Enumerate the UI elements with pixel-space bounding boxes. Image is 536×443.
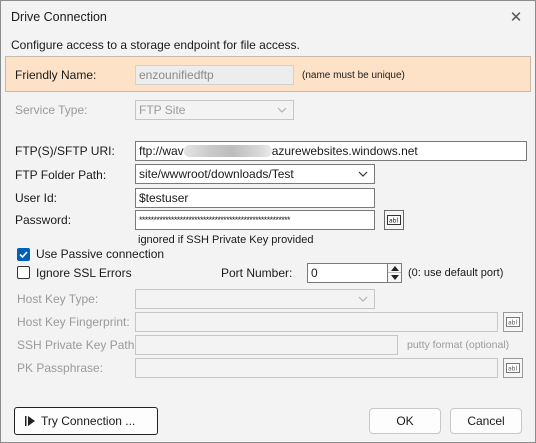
ssh-private-key-path-input xyxy=(135,335,398,355)
ftp-folder-path-select[interactable]: site/wwwroot/downloads/Test xyxy=(135,164,375,184)
password-input[interactable]: ****************************************… xyxy=(135,210,375,230)
friendly-name-value: enzounifiedftp xyxy=(139,68,214,82)
host-key-type-select xyxy=(135,289,375,309)
ftp-uri-input[interactable]: ftp://wav azurewebsites.windows.net xyxy=(135,141,527,161)
service-type-value: FTP Site xyxy=(139,103,186,117)
title-bar: Drive Connection ✕ xyxy=(1,1,535,33)
chevron-down-icon xyxy=(358,171,368,177)
service-type-select: FTP Site xyxy=(135,100,294,120)
svg-text:abl: abl xyxy=(508,366,517,373)
close-button[interactable]: ✕ xyxy=(503,4,529,30)
pk-passphrase-button: abl xyxy=(503,358,523,378)
drive-connection-dialog: Drive Connection ✕ Configure access to a… xyxy=(0,0,536,443)
ftp-folder-path-label: FTP Folder Path: xyxy=(15,168,107,182)
user-id-value: $testuser xyxy=(139,191,189,205)
pk-passphrase-label: PK Passphrase: xyxy=(17,361,104,375)
window-title: Drive Connection xyxy=(11,10,107,24)
chevron-down-icon xyxy=(277,107,287,113)
spin-down-button[interactable] xyxy=(388,273,401,282)
port-hint: (0: use default port) xyxy=(408,267,504,279)
svg-text:abl: abl xyxy=(389,218,398,225)
ftp-uri-label: FTP(S)/SFTP URI: xyxy=(15,144,115,158)
cancel-label: Cancel xyxy=(467,414,505,428)
host-key-fingerprint-label: Host Key Fingerprint: xyxy=(17,315,130,329)
ftp-uri-value-prefix: ftp://wav xyxy=(139,144,184,158)
cancel-button[interactable]: Cancel xyxy=(450,408,522,434)
host-key-fingerprint-button: abl xyxy=(503,312,523,332)
dialog-description: Configure access to a storage endpoint f… xyxy=(11,38,300,52)
text-field-icon: abl xyxy=(387,215,401,225)
ok-button[interactable]: OK xyxy=(369,408,441,434)
use-passive-label: Use Passive connection xyxy=(36,247,165,261)
user-id-label: User Id: xyxy=(15,191,58,205)
chevron-down-icon xyxy=(358,296,368,302)
service-type-label: Service Type: xyxy=(15,103,88,117)
try-connection-label: Try Connection ... xyxy=(41,414,136,428)
ssh-key-format-hint: putty format (optional) xyxy=(407,339,510,351)
ftp-folder-path-value: site/wwwroot/downloads/Test xyxy=(139,167,294,181)
arrow-down-icon xyxy=(390,275,399,280)
play-icon xyxy=(25,416,35,426)
port-number-input[interactable]: 0 xyxy=(307,263,388,283)
text-field-icon: abl xyxy=(506,363,520,373)
ignore-ssl-label: Ignore SSL Errors xyxy=(36,266,132,280)
spin-up-button[interactable] xyxy=(388,264,401,273)
port-number-label: Port Number: xyxy=(221,266,293,280)
svg-text:abl: abl xyxy=(508,320,517,327)
password-note: ignored if SSH Private Key provided xyxy=(138,234,314,246)
ok-label: OK xyxy=(396,414,414,428)
show-password-button[interactable]: abl xyxy=(384,210,404,230)
port-spinner xyxy=(387,263,402,283)
try-connection-button[interactable]: Try Connection ... xyxy=(14,407,158,435)
password-label: Password: xyxy=(15,213,72,227)
friendly-name-label: Friendly Name: xyxy=(15,68,97,82)
close-icon: ✕ xyxy=(509,9,523,26)
friendly-name-hint: (name must be unique) xyxy=(302,70,405,81)
friendly-name-field: enzounifiedftp xyxy=(135,65,294,85)
arrow-up-icon xyxy=(390,265,399,271)
ftp-uri-value-suffix: azurewebsites.windows.net xyxy=(271,144,418,158)
port-number-value: 0 xyxy=(311,266,318,280)
dialog-body: Configure access to a storage endpoint f… xyxy=(1,33,535,442)
text-field-icon: abl xyxy=(506,317,520,327)
ignore-ssl-checkbox[interactable] xyxy=(17,266,30,279)
user-id-input[interactable]: $testuser xyxy=(135,188,375,208)
password-value: ****************************************… xyxy=(139,215,291,225)
redacted-blur xyxy=(183,145,272,157)
host-key-type-label: Host Key Type: xyxy=(17,292,99,306)
host-key-fingerprint-input xyxy=(135,312,498,332)
check-icon xyxy=(19,251,28,259)
ssh-private-key-path-label: SSH Private Key Path: xyxy=(17,338,138,352)
pk-passphrase-input xyxy=(135,358,498,378)
use-passive-checkbox[interactable] xyxy=(17,248,30,261)
